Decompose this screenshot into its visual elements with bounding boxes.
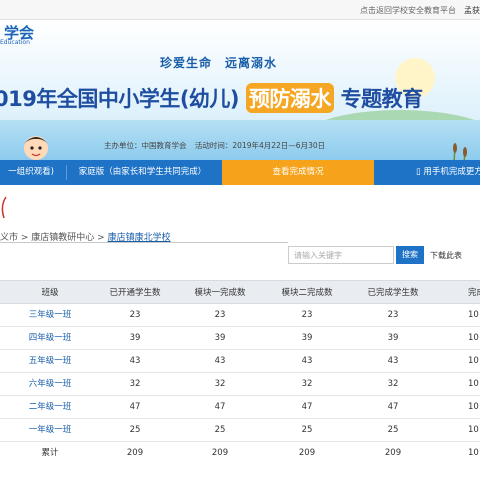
table-row: 三年级一班 23 23 23 23 10 [0,304,480,327]
tab-mobile-complete[interactable]: ▯ 用手机完成更方 [376,160,480,185]
cell-rate: 10 [468,310,479,320]
cell-completed: 209 [384,448,402,458]
tab-view-completion[interactable]: 查看完成情况 [222,160,374,185]
reeds-decoration [453,143,467,160]
download-table-link[interactable]: 下载此表 [430,250,462,261]
cell-completed: 25 [387,425,399,435]
page: 点击返回学校安全教育平台 孟获 学会 Education 珍爱生命 远离溺水 0… [0,0,480,480]
cell-completed: 39 [387,333,399,343]
cell-rate: 10 [468,379,479,389]
logo-subtext: Education [0,39,30,46]
cell-module1: 209 [211,448,229,458]
banner-slogan: 珍爱生命 远离溺水 [160,56,278,70]
table-row: 六年级一班 32 32 32 32 10 [0,373,480,396]
header-module1: 模块一完成数 [194,288,246,298]
cell-module2: 32 [301,379,313,389]
header-rate: 完成 [468,288,480,298]
nav-bar: 一组织观看) 家庭版（由家长和学生共同完成） 查看完成情况 ▯ 用手机完成更方 [0,160,480,185]
cell-module1: 43 [214,356,226,366]
tab-class-watch[interactable]: 一组织观看) [0,160,62,185]
red-arc-mark [1,196,7,219]
cell-rate: 10 [468,448,479,458]
tab-family-version[interactable]: 家庭版（由家长和学生共同完成） [70,160,215,185]
table-row: 四年级一班 39 39 39 39 10 [0,327,480,350]
cell-module1: 39 [214,333,226,343]
banner-title: 019年全国中小学生(幼儿) 预防溺水 专题教育 [0,83,423,113]
cell-module2: 39 [301,333,313,343]
cell-rate: 10 [468,402,479,412]
banner-title-highlight: 预防溺水 [245,83,334,113]
top-bar: 点击返回学校安全教育平台 孟获 [0,0,480,20]
cell-module1: 23 [214,310,226,320]
banner-info: 主办单位：中国教育学会 活动时间：2019年4月22日—6月30日 [104,140,331,151]
cell-module2: 47 [301,402,313,412]
cell-module2: 23 [301,310,313,320]
swimming-boy-illustration [24,136,48,160]
header-completed: 已完成学生数 [367,288,419,298]
breadcrumb-underline [0,242,288,243]
cell-completed: 32 [387,379,399,389]
cell-module1: 32 [214,379,226,389]
banner-period: 活动时间：2019年4月22日—6月30日 [194,141,326,150]
cell-rate: 10 [468,425,479,435]
cell-rate: 10 [468,356,479,366]
cell-module2: 25 [301,425,313,435]
table-header: 班级 已开通学生数 模块一完成数 模块二完成数 已完成学生数 完成 [0,280,480,304]
banner-organizer: 主办单位：中国教育学会 [104,141,187,150]
table-row: 一年级一班 25 25 25 25 10 [0,419,480,442]
table-row: 二年级一班 47 47 47 47 10 [0,396,480,419]
header-module2: 模块二完成数 [281,288,333,298]
search-input[interactable] [288,246,394,264]
banner-title-main: 019年全国中小学生(幼儿) [0,87,240,111]
banner: 学会 Education 珍爱生命 远离溺水 019年全国中小学生(幼儿) 预防… [0,20,480,160]
cell-completed: 43 [387,356,399,366]
banner-title-tail: 专题教育 [340,87,424,111]
cell-rate: 10 [468,333,479,343]
search-button[interactable]: 搜索 [396,246,424,264]
cell-completed: 23 [387,310,399,320]
logo[interactable]: 学会 Education [0,22,40,50]
cell-completed: 47 [387,402,399,412]
user-name[interactable]: 孟获 [464,5,480,16]
table-row-total: 累计 209 209 209 209 10 [0,442,480,465]
cell-module2: 209 [298,448,316,458]
cell-module2: 43 [301,356,313,366]
cell-module1: 47 [214,402,226,412]
table-row: 五年级一班 43 43 43 43 10 [0,350,480,373]
platform-return-link[interactable]: 点击返回学校安全教育平台 [360,5,456,16]
tab-mobile-complete-label: 用手机完成更方 [423,167,480,177]
phone-icon: ▯ [416,167,421,177]
nav-divider [66,165,67,180]
cell-module1: 25 [214,425,226,435]
